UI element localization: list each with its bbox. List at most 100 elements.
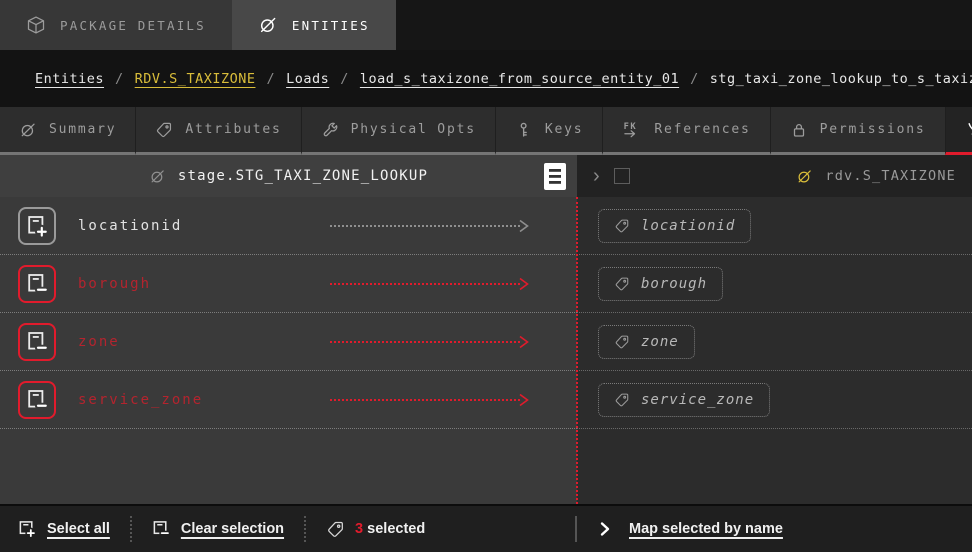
list-view-button[interactable] bbox=[543, 163, 567, 190]
tab-keys[interactable]: Keys bbox=[495, 107, 603, 155]
entity-icon bbox=[149, 168, 166, 185]
tab-entities[interactable]: ENTITIES bbox=[232, 0, 396, 50]
source-column-name[interactable]: service_zone bbox=[78, 392, 203, 408]
tab-permissions[interactable]: Permissions bbox=[770, 107, 945, 155]
target-column-chip[interactable]: service_zone bbox=[598, 383, 770, 417]
arrow-head-icon bbox=[518, 335, 530, 349]
target-column-name: borough bbox=[641, 276, 707, 292]
tag-icon bbox=[155, 121, 173, 139]
tab-package-details[interactable]: PACKAGE DETAILS bbox=[0, 0, 232, 50]
tab-references[interactable]: FK References bbox=[602, 107, 769, 155]
source-panel-header: stage.STG_TAXI_ZONE_LOOKUP bbox=[0, 155, 577, 197]
clear-selection-icon bbox=[152, 520, 171, 539]
footer-right-group: Map selected by name bbox=[575, 506, 783, 552]
selected-count: 3 bbox=[355, 521, 363, 537]
tag-icon bbox=[614, 218, 630, 234]
tab-label: Permissions bbox=[820, 122, 926, 137]
key-icon bbox=[515, 121, 533, 139]
footer-separator bbox=[575, 516, 577, 542]
breadcrumb-separator: / bbox=[690, 71, 699, 87]
fk-icon: FK bbox=[622, 120, 642, 140]
remove-mapping-button[interactable] bbox=[18, 381, 56, 419]
clear-selection-label: Clear selection bbox=[181, 521, 284, 537]
tab-summary[interactable]: Summary bbox=[0, 107, 135, 155]
entity-icon bbox=[258, 15, 278, 35]
clear-selection-button[interactable]: Clear selection bbox=[152, 520, 284, 539]
source-column-row: service_zone bbox=[0, 371, 577, 429]
footer-separator bbox=[304, 516, 306, 542]
tab-label: Attributes bbox=[185, 122, 281, 137]
breadcrumb-loads[interactable]: Loads bbox=[286, 71, 329, 87]
target-panel: › rdv.S_TAXIZONE bbox=[577, 155, 972, 504]
footer-bar: Select all Clear selection bbox=[0, 504, 972, 552]
selected-label: selected bbox=[367, 521, 425, 537]
source-column-name[interactable]: locationid bbox=[78, 218, 182, 234]
source-column-row: locationid bbox=[0, 197, 577, 255]
entity-icon bbox=[796, 168, 813, 185]
tab-label: ENTITIES bbox=[292, 18, 370, 33]
expand-chevron-icon[interactable]: › bbox=[593, 166, 600, 186]
breadcrumb-separator: / bbox=[266, 71, 275, 87]
source-table-title: stage.STG_TAXI_ZONE_LOOKUP bbox=[178, 168, 428, 184]
panel-divider bbox=[576, 197, 578, 504]
source-panel: stage.STG_TAXI_ZONE_LOOKUP bbox=[0, 155, 577, 504]
select-all-button[interactable]: Select all bbox=[18, 520, 110, 539]
target-column-name: zone bbox=[641, 334, 679, 350]
target-table-title: rdv.S_TAXIZONE bbox=[825, 168, 956, 184]
source-column-name[interactable]: borough bbox=[78, 276, 151, 292]
target-column-row: service_zone bbox=[577, 371, 972, 429]
map-selected-by-name-button[interactable]: Map selected by name bbox=[629, 521, 783, 537]
tab-label: Summary bbox=[49, 122, 116, 137]
breadcrumb-entities[interactable]: Entities bbox=[35, 71, 104, 87]
source-column-row: borough bbox=[0, 255, 577, 313]
mapping-board: stage.STG_TAXI_ZONE_LOOKUP bbox=[0, 155, 972, 504]
svg-text:FK: FK bbox=[624, 121, 638, 131]
tab-physical-opts[interactable]: Physical Opts bbox=[301, 107, 495, 155]
tab-label: Physical Opts bbox=[351, 122, 476, 137]
arrow-head-icon bbox=[518, 393, 530, 407]
tab-loads[interactable]: Loads bbox=[945, 107, 972, 155]
remove-mapping-button[interactable] bbox=[18, 265, 56, 303]
mapping-arrow bbox=[330, 277, 530, 291]
source-panel-empty-area bbox=[0, 429, 577, 504]
tab-label: References bbox=[654, 122, 750, 137]
tab-attributes[interactable]: Attributes bbox=[135, 107, 300, 155]
tag-icon bbox=[614, 276, 630, 292]
select-all-icon bbox=[18, 520, 37, 539]
wrench-icon bbox=[321, 121, 339, 139]
app-window: PACKAGE DETAILS ENTITIES Entities / RDV.… bbox=[0, 0, 972, 552]
footer-separator bbox=[130, 516, 132, 542]
breadcrumb-current: stg_taxi_zone_lookup_to_s_taxizone bbox=[710, 71, 972, 87]
arrow-head-icon bbox=[518, 219, 530, 233]
entity-tab-bar: Summary Attributes Physical Opts bbox=[0, 107, 972, 155]
breadcrumb: Entities / RDV.S_TAXIZONE / Loads / load… bbox=[0, 50, 972, 107]
arrow-head-icon bbox=[518, 277, 530, 291]
target-panel-empty-area bbox=[577, 429, 972, 504]
entity-icon bbox=[19, 121, 37, 139]
mapping-arrow bbox=[330, 219, 530, 233]
remove-mapping-button[interactable] bbox=[18, 323, 56, 361]
target-column-row: borough bbox=[577, 255, 972, 313]
lock-icon bbox=[790, 121, 808, 139]
target-column-chip[interactable]: zone bbox=[598, 325, 695, 359]
source-column-row: zone bbox=[0, 313, 577, 371]
target-column-chip[interactable]: borough bbox=[598, 267, 723, 301]
target-column-row: locationid bbox=[577, 197, 972, 255]
target-checkbox[interactable] bbox=[614, 168, 630, 184]
breadcrumb-load-name[interactable]: load_s_taxizone_from_source_entity_01 bbox=[360, 71, 679, 87]
mapping-arrow bbox=[330, 335, 530, 349]
target-column-name: locationid bbox=[641, 218, 735, 234]
breadcrumb-separator: / bbox=[115, 71, 124, 87]
target-column-chip[interactable]: locationid bbox=[598, 209, 751, 243]
top-tab-bar: PACKAGE DETAILS ENTITIES bbox=[0, 0, 972, 50]
mapping-arrow bbox=[330, 393, 530, 407]
target-panel-header: › rdv.S_TAXIZONE bbox=[577, 155, 972, 197]
add-mapping-button[interactable] bbox=[18, 207, 56, 245]
breadcrumb-entity-name[interactable]: RDV.S_TAXIZONE bbox=[135, 71, 256, 87]
source-column-name[interactable]: zone bbox=[78, 334, 120, 350]
select-all-label: Select all bbox=[47, 521, 110, 537]
selection-count: 3 selected bbox=[326, 520, 425, 539]
breadcrumb-separator: / bbox=[340, 71, 349, 87]
target-column-name: service_zone bbox=[641, 392, 754, 408]
tag-icon bbox=[614, 392, 630, 408]
